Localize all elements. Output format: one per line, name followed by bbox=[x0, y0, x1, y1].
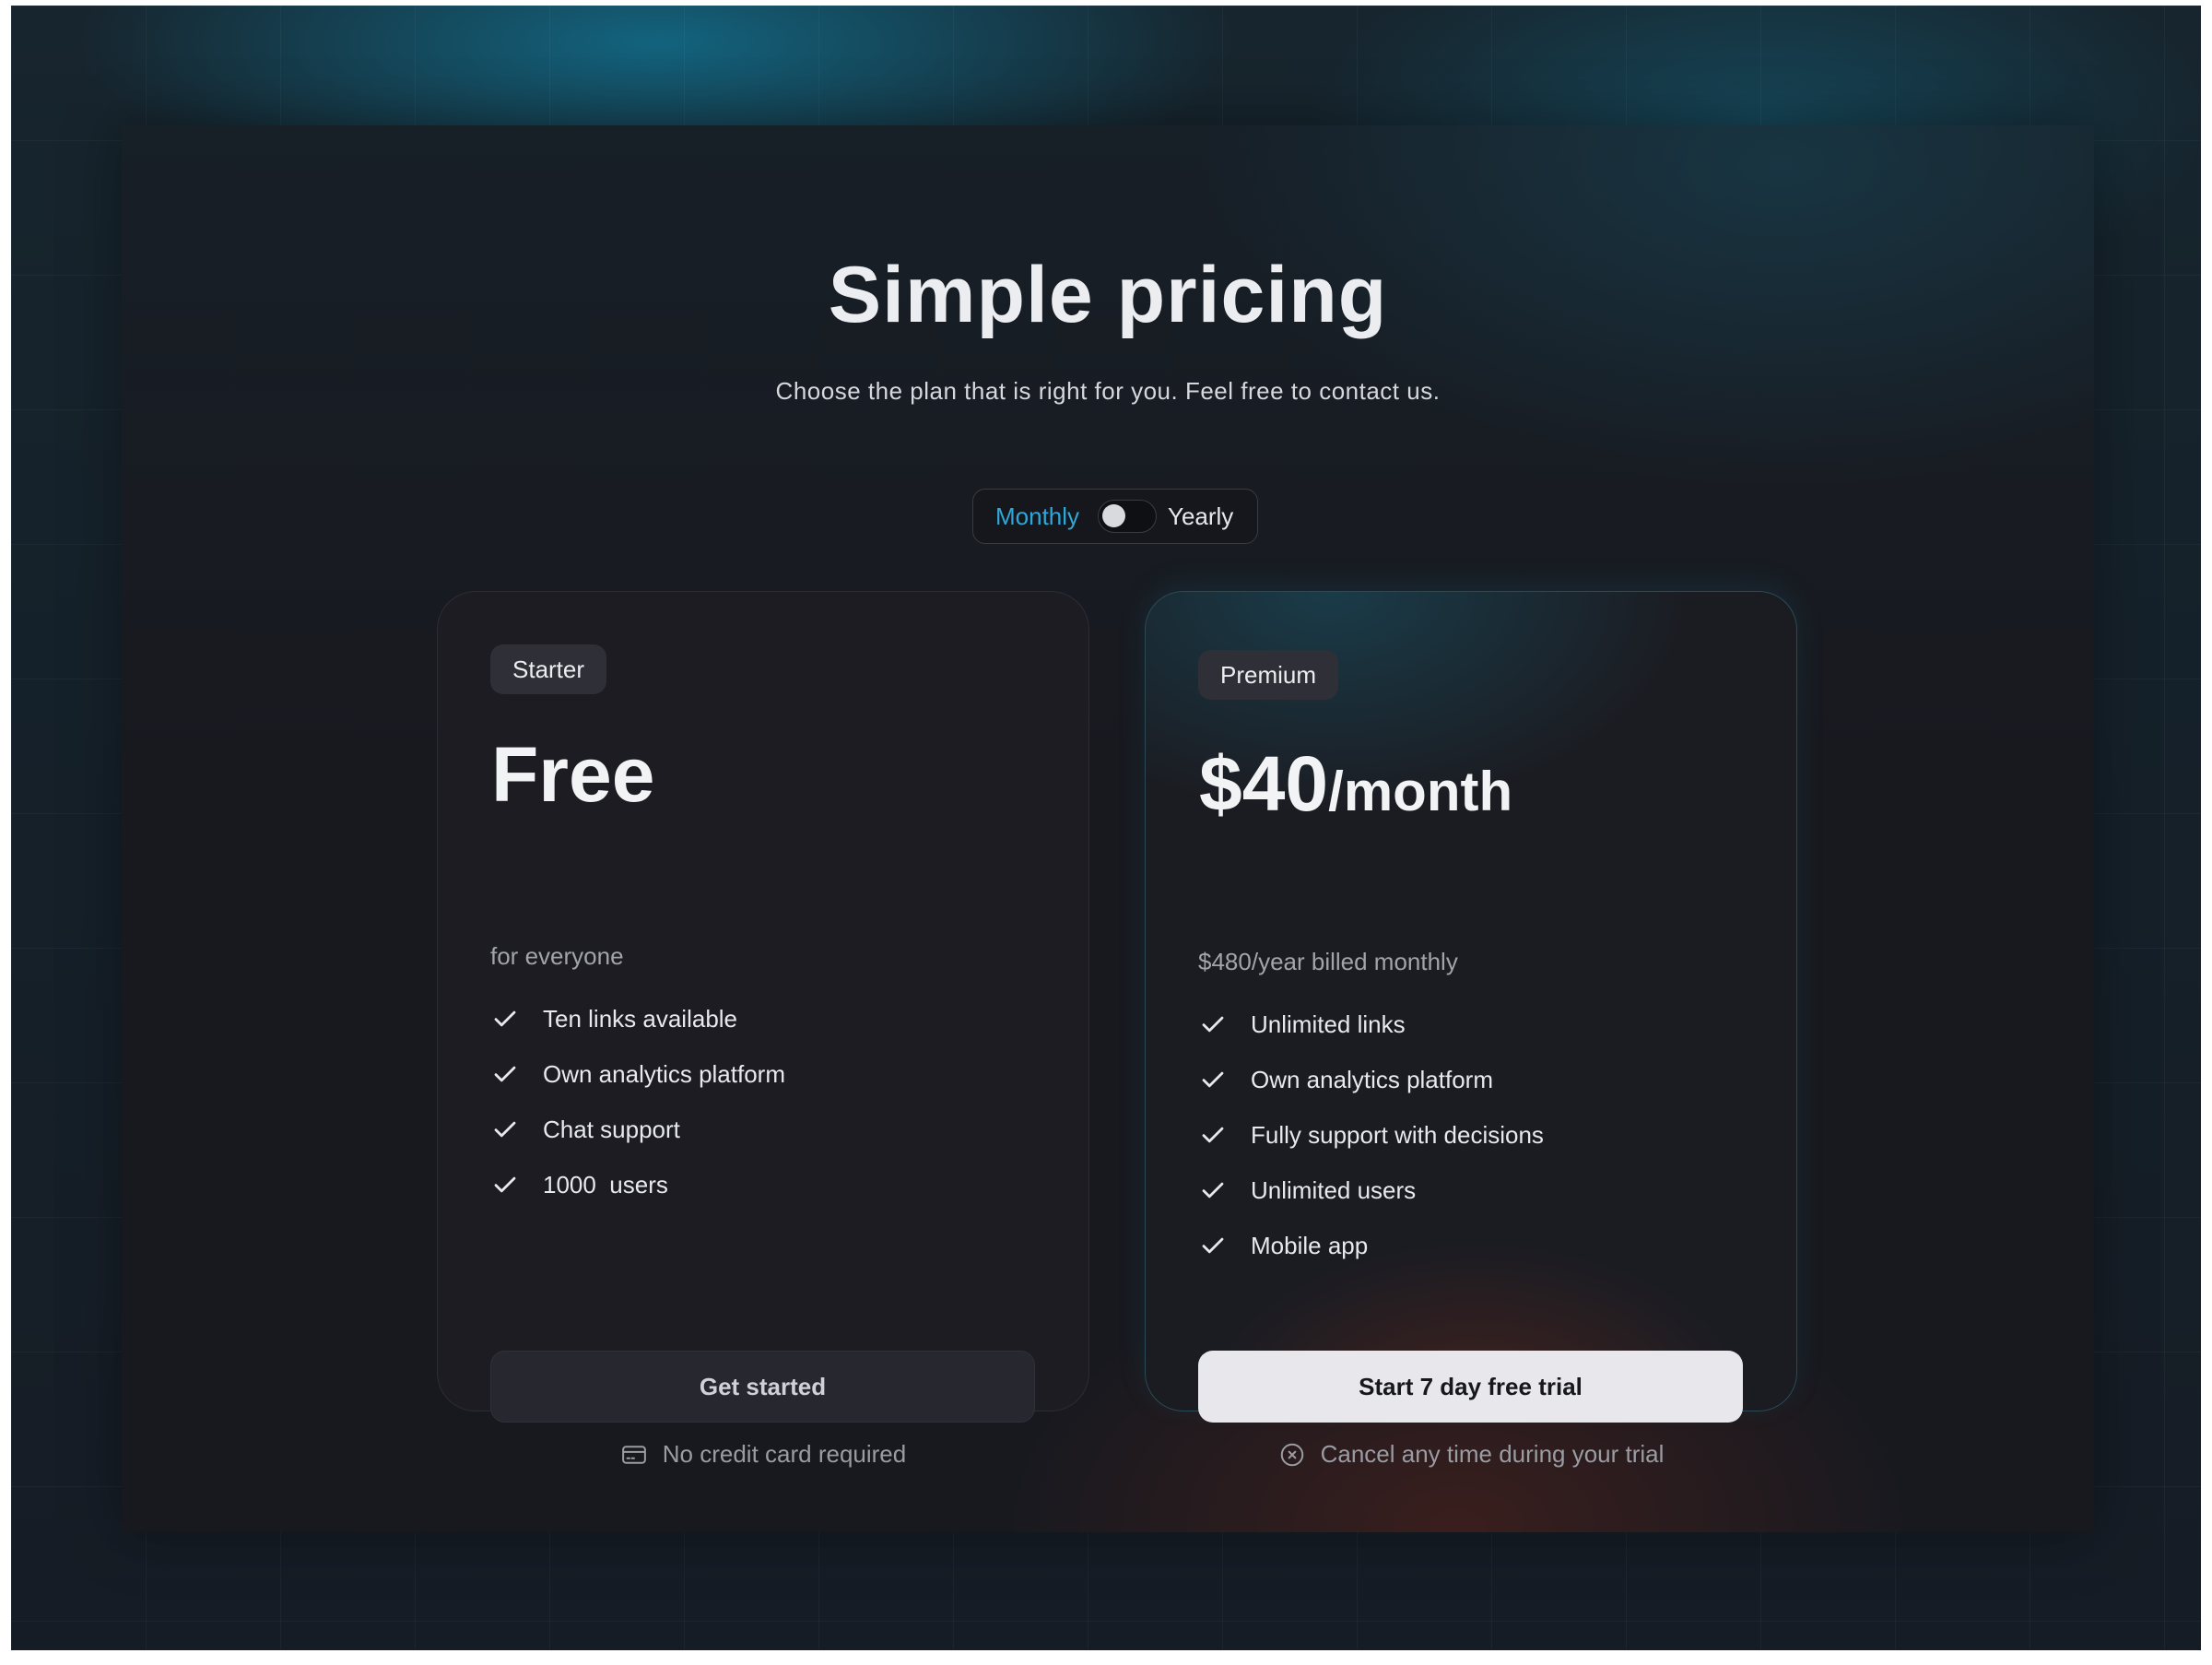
plan-price: Free bbox=[491, 730, 654, 820]
plan-price-value: Free bbox=[491, 731, 655, 818]
check-icon bbox=[1202, 1071, 1224, 1088]
feature-item: 1000 users bbox=[491, 1157, 785, 1212]
feature-label: 1000 users bbox=[543, 1170, 668, 1199]
check-icon bbox=[1202, 1237, 1224, 1254]
plan-note-text: Cancel any time during your trial bbox=[1320, 1440, 1665, 1468]
start-trial-button[interactable]: Start 7 day free trial bbox=[1198, 1351, 1743, 1423]
check-icon bbox=[1202, 1182, 1224, 1199]
plan-note-text: No credit card required bbox=[662, 1440, 907, 1468]
switch-knob bbox=[1102, 504, 1125, 527]
feature-item: Unlimited users bbox=[1199, 1163, 1544, 1218]
billing-toggle: Monthly Yearly bbox=[972, 489, 1258, 544]
get-started-button[interactable]: Get started bbox=[490, 1351, 1035, 1423]
feature-item: Own analytics platform bbox=[491, 1046, 785, 1102]
feature-item: Mobile app bbox=[1199, 1218, 1544, 1273]
feature-label: Chat support bbox=[543, 1115, 680, 1143]
pricing-section: Simple pricing Choose the plan that is r… bbox=[122, 125, 2094, 1532]
feature-label: Unlimited users bbox=[1251, 1175, 1417, 1204]
billing-yearly-label[interactable]: Yearly bbox=[1168, 502, 1233, 531]
feature-item: Fully support with decisions bbox=[1199, 1107, 1544, 1163]
page-background: Simple pricing Choose the plan that is r… bbox=[11, 6, 2201, 1650]
check-icon bbox=[494, 1121, 516, 1138]
plan-note: Cancel any time during your trial bbox=[1146, 1440, 1796, 1469]
billing-monthly-label[interactable]: Monthly bbox=[995, 502, 1079, 531]
plan-price-suffix: /month bbox=[1328, 761, 1513, 822]
plan-card-starter: Starter Free for everyone Ten links avai… bbox=[437, 591, 1089, 1468]
check-icon bbox=[494, 1066, 516, 1082]
feature-label: Fully support with decisions bbox=[1251, 1120, 1544, 1149]
plan-badge: Starter bbox=[490, 644, 607, 694]
feature-item: Chat support bbox=[491, 1102, 785, 1157]
plan-badge: Premium bbox=[1198, 650, 1339, 700]
feature-label: Mobile app bbox=[1251, 1231, 1369, 1259]
plan-price: $40/month bbox=[1199, 739, 1512, 829]
feature-label: Ten links available bbox=[543, 1004, 738, 1033]
feature-label: Own analytics platform bbox=[1251, 1065, 1493, 1093]
feature-list: Unlimited links Own analytics platform F… bbox=[1199, 997, 1544, 1273]
x-circle-icon bbox=[1280, 1443, 1303, 1466]
plan-note: No credit card required bbox=[438, 1440, 1088, 1469]
page-subtitle: Choose the plan that is right for you. F… bbox=[775, 377, 1441, 405]
feature-item: Own analytics platform bbox=[1199, 1052, 1544, 1107]
plan-price-subtext: for everyone bbox=[490, 942, 624, 970]
check-icon bbox=[494, 1176, 516, 1193]
feature-label: Unlimited links bbox=[1251, 1010, 1406, 1038]
billing-switch[interactable] bbox=[1098, 500, 1157, 533]
feature-item: Ten links available bbox=[491, 991, 785, 1046]
check-icon bbox=[494, 1010, 516, 1027]
plan-card-premium: Premium $40/month $480/year billed month… bbox=[1145, 591, 1797, 1468]
plan-price-subtext: $480/year billed monthly bbox=[1198, 948, 1458, 975]
page-title: Simple pricing bbox=[828, 251, 1388, 339]
plan-price-value: $40 bbox=[1199, 740, 1329, 827]
credit-card-icon bbox=[621, 1445, 646, 1464]
feature-item: Unlimited links bbox=[1199, 997, 1544, 1052]
feature-list: Ten links available Own analytics platfo… bbox=[491, 991, 785, 1212]
check-icon bbox=[1202, 1127, 1224, 1143]
feature-label: Own analytics platform bbox=[543, 1059, 785, 1088]
check-icon bbox=[1202, 1016, 1224, 1033]
